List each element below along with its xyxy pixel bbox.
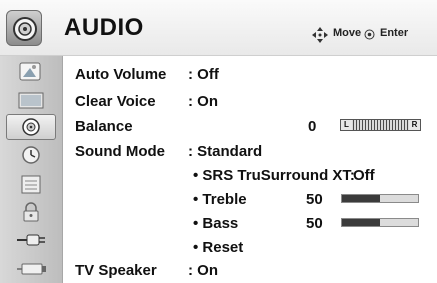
balance-label[interactable]: Balance — [75, 118, 133, 135]
page-title: AUDIO — [64, 14, 144, 41]
audio-speaker-icon — [22, 118, 40, 136]
clear-voice-value[interactable]: : On — [188, 93, 218, 110]
auto-volume-label[interactable]: Auto Volume — [75, 66, 166, 83]
bass-value: 50 — [306, 215, 323, 232]
sidebar-item-screen[interactable] — [8, 88, 54, 112]
sidebar-item-picture[interactable] — [8, 60, 54, 84]
treble-slider[interactable] — [341, 194, 419, 203]
sidebar-item-lock[interactable] — [8, 200, 54, 224]
category-sidebar — [0, 56, 63, 283]
auto-volume-value[interactable]: : Off — [188, 66, 219, 83]
clock-icon — [22, 146, 40, 164]
treble-slider-fill — [342, 195, 380, 202]
tv-speaker-label[interactable]: TV Speaker — [75, 262, 157, 279]
usb-icon — [17, 263, 46, 275]
reset-option[interactable]: • Reset — [193, 239, 243, 256]
sidebar-item-options[interactable] — [8, 172, 54, 196]
balance-right-mark: R — [409, 120, 420, 130]
options-icon — [21, 175, 41, 194]
dpad-arrows-icon — [312, 27, 328, 43]
bass-slider[interactable] — [341, 218, 419, 227]
bass-slider-fill — [342, 219, 380, 226]
sidebar-item-input[interactable] — [8, 228, 54, 252]
sound-mode-label[interactable]: Sound Mode — [75, 143, 165, 160]
speaker-icon — [6, 10, 42, 46]
sound-mode-value[interactable]: : Standard — [188, 143, 262, 160]
bass-label[interactable]: • Bass — [193, 215, 238, 232]
balance-left-mark: L — [341, 120, 352, 130]
menu-header: AUDIO Move Enter — [0, 0, 437, 56]
treble-label[interactable]: • Treble — [193, 191, 247, 208]
lock-icon — [23, 202, 39, 222]
balance-value: 0 — [308, 118, 317, 135]
move-hint-label: Move — [333, 27, 362, 39]
treble-value: 50 — [306, 191, 323, 208]
input-plug-icon — [17, 234, 45, 246]
balance-slider[interactable]: L R — [340, 119, 421, 131]
picture-icon — [19, 62, 41, 81]
srs-trusurround-label[interactable]: • SRS TruSurround XT: — [193, 167, 355, 184]
tv-speaker-value[interactable]: : On — [188, 262, 218, 279]
sidebar-item-time[interactable] — [8, 143, 54, 167]
sidebar-item-audio[interactable] — [6, 114, 56, 140]
audio-menu-window: AUDIO Move Enter Auto Volume: Off Clear… — [0, 0, 437, 283]
audio-settings-panel: Auto Volume : Off Clear Voice : On Balan… — [63, 56, 437, 283]
clear-voice-label[interactable]: Clear Voice — [75, 93, 156, 110]
sidebar-item-usb[interactable] — [8, 256, 54, 280]
enter-dot-icon — [364, 29, 375, 40]
screen-icon — [18, 92, 44, 109]
enter-hint-label: Enter — [380, 27, 409, 39]
srs-trusurround-value[interactable]: Off — [353, 167, 375, 184]
